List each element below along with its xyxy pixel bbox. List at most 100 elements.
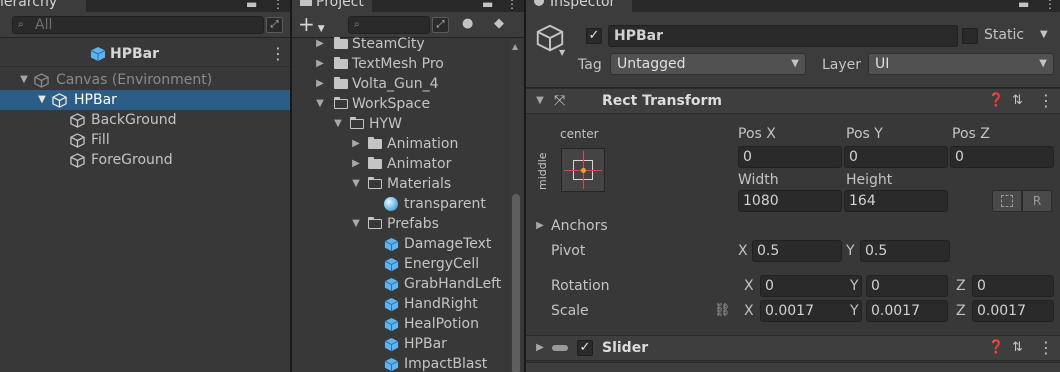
chevron-down-icon[interactable]: ▼ — [1040, 29, 1048, 40]
pos-x-field[interactable]: 0 — [738, 146, 842, 168]
constrain-proportions-icon[interactable]: ⛓ — [714, 301, 731, 321]
hierarchy-item-foreground[interactable]: ForeGround — [0, 150, 290, 170]
project-item-damagetext[interactable]: DamageText — [292, 234, 512, 254]
expand-arrow-icon[interactable]: ▶ — [534, 336, 546, 360]
prefab-icon — [384, 337, 399, 352]
hierarchy-item-hpbar[interactable]: ▼ HPBar — [0, 90, 290, 110]
collapse-arrow-icon[interactable]: ▼ — [350, 174, 362, 194]
hierarchy-tab[interactable]: ierarchy — [0, 0, 86, 12]
scale-z-field[interactable]: 0.0017 — [972, 300, 1054, 322]
pos-y-field[interactable]: 0 — [844, 146, 948, 168]
lock-icon[interactable]: ▬ — [482, 0, 493, 10]
scroll-up-arrow-icon[interactable]: ▲ — [512, 42, 518, 51]
project-item-animator[interactable]: ▶ Animator — [292, 154, 512, 174]
project-item-healpotion[interactable]: HealPotion — [292, 314, 512, 334]
hierarchy-search-input[interactable]: ⌕ All — [12, 16, 264, 34]
help-icon[interactable]: ❓ — [988, 336, 1004, 360]
expand-arrow-icon[interactable]: ▶ — [314, 34, 326, 54]
project-item-animation[interactable]: ▶ Animation — [292, 134, 512, 154]
expand-arrow-icon[interactable]: ▶ — [314, 54, 326, 74]
filter-type-icon[interactable]: ● — [462, 16, 473, 31]
lock-icon[interactable]: ▬ — [246, 0, 257, 10]
component-more-icon[interactable]: ⋮ — [1038, 338, 1054, 358]
collapse-arrow-icon[interactable]: ▼ — [36, 90, 48, 110]
project-item-label: Volta_Gun_4 — [352, 76, 439, 92]
project-item-transparent[interactable]: transparent — [292, 194, 512, 214]
project-item-steamcity[interactable]: ▶ SteamCity — [292, 34, 512, 54]
object-name-field[interactable]: HPBar — [608, 25, 958, 47]
project-item-impactblast[interactable]: ImpactBlast — [292, 354, 512, 372]
scene-more-icon[interactable]: ⋮ — [270, 44, 286, 64]
collapse-arrow-icon[interactable]: ▼ — [350, 214, 362, 234]
project-search-input[interactable]: ⌕ — [348, 16, 430, 34]
hierarchy-item-background[interactable]: BackGround — [0, 110, 290, 130]
scale-x-field[interactable]: 0.0017 — [760, 300, 862, 322]
scale-x-label: X — [744, 303, 754, 319]
add-asset-button[interactable]: + ▼ — [298, 14, 332, 34]
project-item-materials[interactable]: ▼ Materials — [292, 174, 512, 194]
blueprint-mode-button[interactable] — [992, 190, 1022, 212]
search-options-icon[interactable]: ⤢ — [432, 17, 449, 33]
expand-arrow-icon[interactable]: ▶ — [350, 134, 362, 154]
chevron-down-icon[interactable]: ▼ — [559, 48, 565, 57]
preset-icon[interactable]: ⇅ — [1012, 89, 1023, 113]
expand-arrow-icon[interactable]: ▶ — [350, 154, 362, 174]
pivot-y-field[interactable]: 0.5 — [860, 240, 950, 262]
project-item-grabhandleft[interactable]: GrabHandLeft — [292, 274, 512, 294]
width-field[interactable]: 1080 — [738, 190, 842, 212]
project-item-workspace[interactable]: ▼ WorkSpace — [292, 94, 512, 114]
raw-edit-button[interactable]: R — [1022, 190, 1052, 212]
collapse-arrow-icon[interactable]: ▼ — [534, 89, 546, 113]
more-menu-icon[interactable]: ⋮ — [506, 0, 518, 10]
inspector-tab[interactable]: Inspector — [526, 0, 632, 12]
hierarchy-item-fill[interactable]: Fill — [0, 130, 290, 150]
project-item-energycell[interactable]: EnergyCell — [292, 254, 512, 274]
project-item-hyw[interactable]: ▼ HYW — [292, 114, 512, 134]
tag-dropdown[interactable]: Untagged ▼ — [610, 53, 806, 75]
rotation-y-field[interactable]: 0 — [866, 275, 948, 297]
search-icon: ⌕ — [18, 19, 24, 30]
width-label: Width — [738, 172, 779, 188]
project-item-textmeshpro[interactable]: ▶ TextMesh Pro — [292, 54, 512, 74]
project-tab[interactable]: Project — [292, 0, 372, 12]
anchors-label[interactable]: Anchors — [551, 216, 608, 236]
project-scrollbar-thumb[interactable] — [512, 194, 520, 372]
info-icon — [534, 0, 544, 6]
component-more-icon[interactable]: ⋮ — [1038, 91, 1054, 111]
active-checkbox[interactable]: ✓ — [586, 28, 602, 44]
rotation-x-field[interactable]: 0 — [760, 275, 862, 297]
help-icon[interactable]: ❓ — [988, 89, 1004, 113]
expand-arrow-icon[interactable]: ▶ — [534, 216, 546, 236]
height-field[interactable]: 164 — [844, 190, 948, 212]
project-item-hpbar[interactable]: HPBar — [292, 334, 512, 354]
project-item-prefabs[interactable]: ▼ Prefabs — [292, 214, 512, 234]
rect-transform-header[interactable]: ▼ ⤧ Rect Transform ❓ ⇅ ⋮ — [526, 88, 1060, 114]
search-options-icon[interactable]: ⤢ — [266, 17, 283, 33]
layer-dropdown[interactable]: UI ▼ — [868, 53, 1054, 75]
more-menu-icon[interactable]: ⋮ — [272, 0, 284, 10]
collapse-arrow-icon[interactable]: ▼ — [314, 94, 326, 114]
plus-icon: + — [298, 12, 315, 36]
slider-header[interactable]: ▶ ✓ Slider ❓ ⇅ ⋮ — [526, 335, 1060, 361]
expand-arrow-icon[interactable]: ▶ — [314, 74, 326, 94]
rotation-z-field[interactable]: 0 — [972, 275, 1054, 297]
anchor-preset-button[interactable] — [561, 148, 605, 192]
lock-icon[interactable]: ▬ — [1018, 0, 1029, 10]
more-menu-icon[interactable]: ⋮ — [1044, 0, 1056, 10]
hierarchy-item-label: BackGround — [91, 112, 177, 128]
pivot-x-field[interactable]: 0.5 — [752, 240, 842, 262]
project-scrollbar-track[interactable]: ▲ — [510, 38, 522, 372]
project-item-voltagun[interactable]: ▶ Volta_Gun_4 — [292, 74, 512, 94]
hierarchy-item-canvas[interactable]: ▼ Canvas (Environment) — [0, 70, 290, 90]
hierarchy-item-label: Fill — [91, 132, 110, 148]
slider-enabled-checkbox[interactable]: ✓ — [577, 340, 593, 356]
scale-y-field[interactable]: 0.0017 — [866, 300, 948, 322]
filter-label-icon[interactable]: ◆ — [494, 16, 504, 31]
collapse-arrow-icon[interactable]: ▼ — [18, 70, 30, 90]
pos-z-field[interactable]: 0 — [950, 146, 1054, 168]
preset-icon[interactable]: ⇅ — [1012, 336, 1023, 360]
static-checkbox[interactable] — [962, 28, 978, 44]
collapse-arrow-icon[interactable]: ▼ — [332, 114, 344, 134]
project-item-handright[interactable]: HandRight — [292, 294, 512, 314]
project-item-label: HandRight — [404, 296, 478, 312]
